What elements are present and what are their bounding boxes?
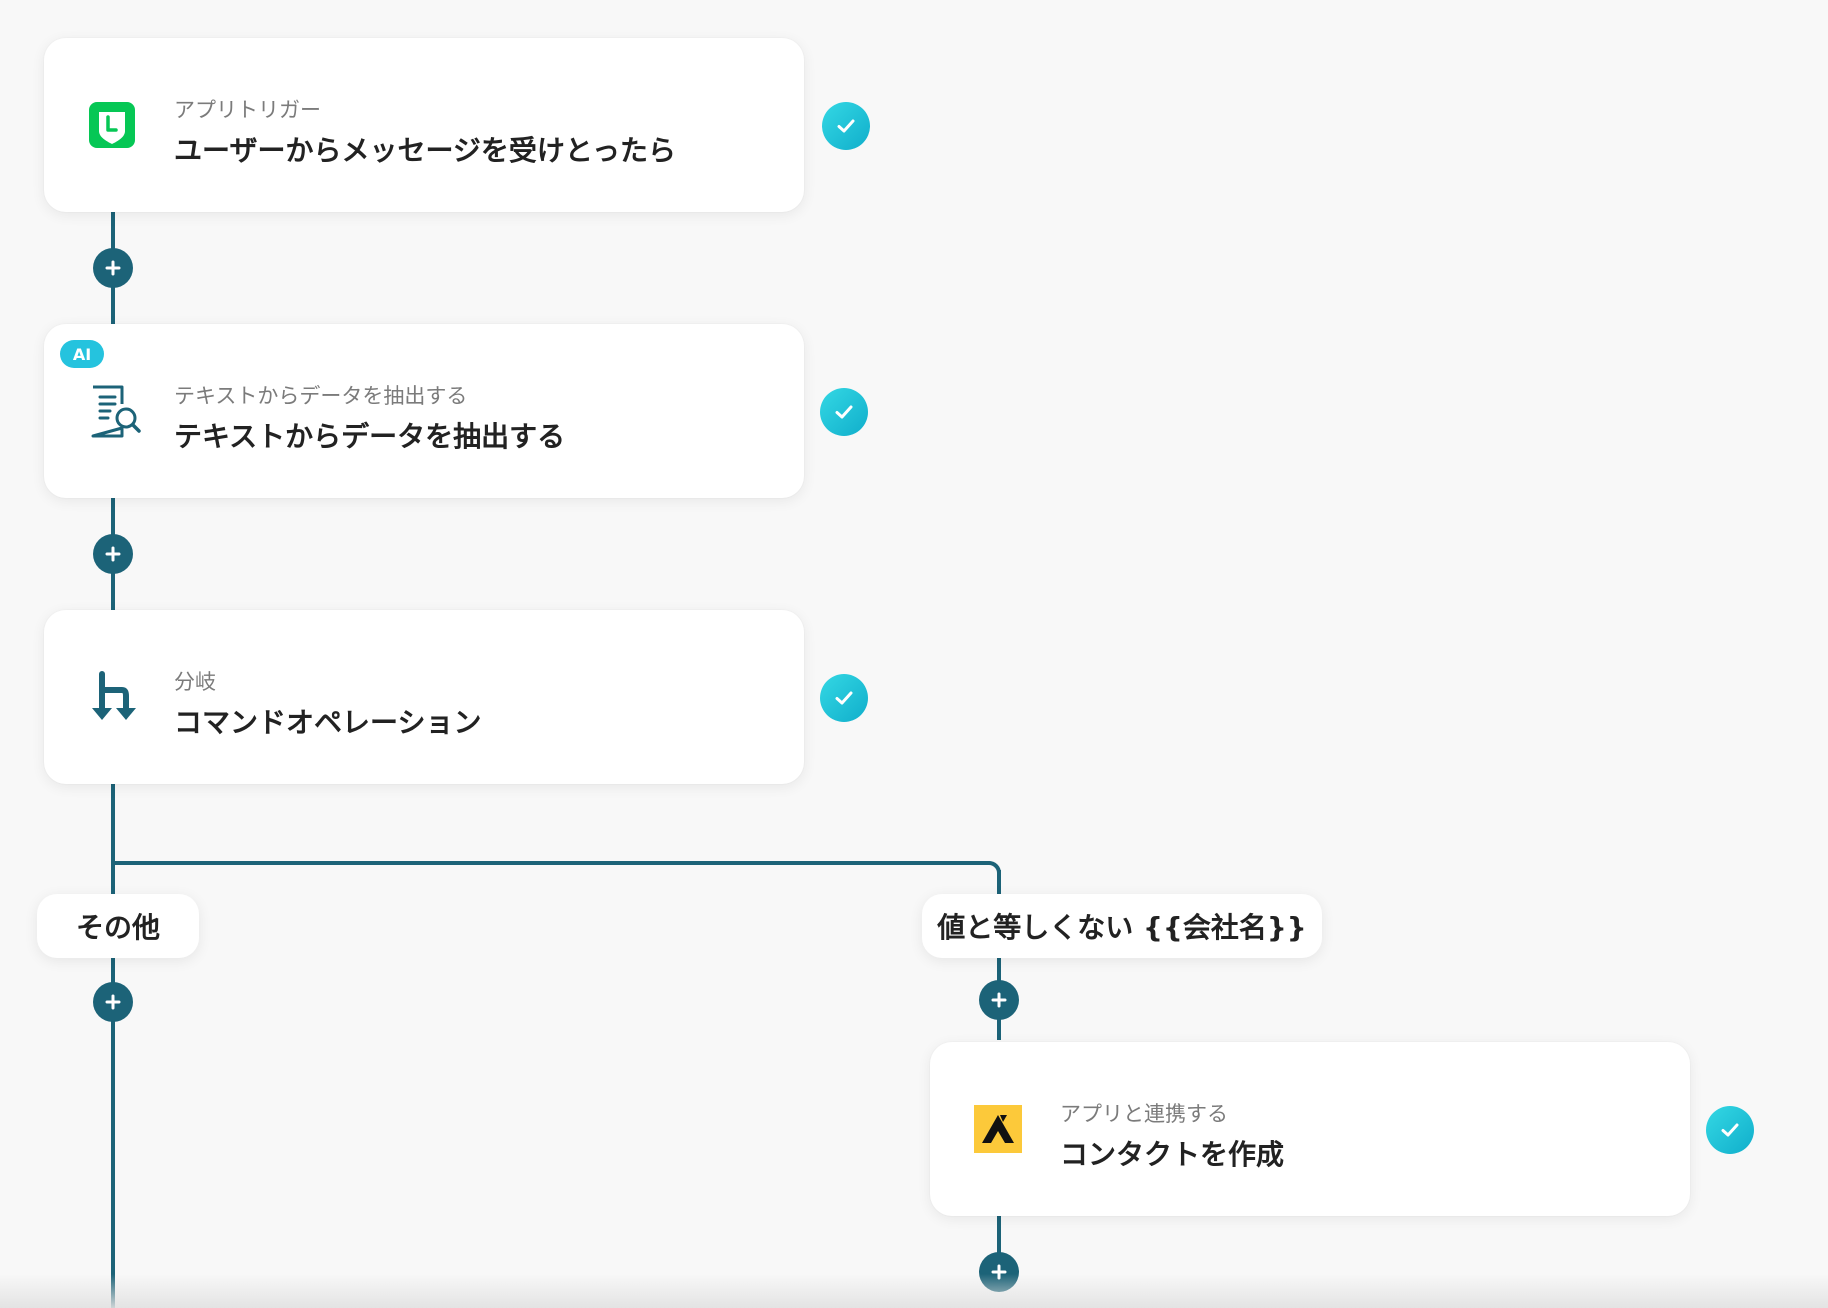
branch-icon xyxy=(88,670,142,724)
ai-badge: AI xyxy=(60,340,104,368)
step-card-branch[interactable]: 分岐 コマンドオペレーション xyxy=(44,610,804,784)
step-subtitle: アプリと連携する xyxy=(1060,1102,1228,1126)
document-search-icon xyxy=(88,384,142,438)
line-app-icon xyxy=(88,101,136,149)
step-subtitle: テキストからデータを抽出する xyxy=(174,384,468,408)
step-title: コンタクトを作成 xyxy=(1060,1138,1285,1171)
add-step-button[interactable] xyxy=(979,980,1019,1020)
step-title: ユーザーからメッセージを受けとったら xyxy=(174,134,677,167)
step-card-line-trigger[interactable]: アプリトリガー ユーザーからメッセージを受けとったら xyxy=(44,38,804,212)
branch-label-condition[interactable]: 値と等しくない {{会社名}} xyxy=(922,894,1322,958)
step-subtitle: 分岐 xyxy=(174,670,216,694)
check-icon xyxy=(820,674,868,722)
attio-app-icon xyxy=(974,1105,1022,1153)
step-card-attio-contact[interactable]: アプリと連携する コンタクトを作成 xyxy=(930,1042,1690,1216)
branch-label-other[interactable]: その他 xyxy=(37,894,199,958)
check-icon xyxy=(822,102,870,150)
add-step-button[interactable] xyxy=(93,982,133,1022)
step-title: テキストからデータを抽出する xyxy=(174,420,566,453)
branch-connector-line xyxy=(111,861,993,865)
bottom-fade xyxy=(0,1274,1828,1308)
step-subtitle: アプリトリガー xyxy=(174,98,321,122)
step-card-ai-extract[interactable]: AI テキストからデータを抽出する テキストからデータを抽出する xyxy=(44,324,804,498)
flow-canvas: アプリトリガー ユーザーからメッセージを受けとったら AI テキストからデータを… xyxy=(0,0,1828,1308)
add-step-button[interactable] xyxy=(93,248,133,288)
connector-line xyxy=(989,861,1001,873)
step-title: コマンドオペレーション xyxy=(174,706,482,739)
add-step-button[interactable] xyxy=(93,534,133,574)
check-icon xyxy=(820,388,868,436)
check-icon xyxy=(1706,1106,1754,1154)
